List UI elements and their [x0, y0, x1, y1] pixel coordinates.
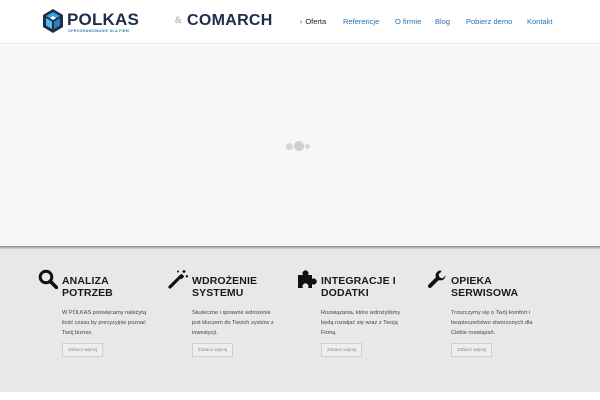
feature-more-button[interactable]: Zobacz więcej — [192, 343, 234, 357]
nav-item-oferta[interactable]: › Oferta — [300, 17, 326, 26]
site-header: POLKAS OPROGRAMOWANIE DLA FIRM & COMARCH… — [0, 0, 600, 44]
feature-description: W POLKAS poświęcamy należytą ilość czasu… — [62, 310, 146, 336]
feature-description: Rozwiązania, które wdrożyliśmy będą rozw… — [321, 310, 401, 336]
feature-description: Skuteczne i sprawne wdrożenie jest klucz… — [192, 310, 274, 336]
feature-description: Troszczymy się o Twój komfort i bezpiecz… — [451, 310, 533, 336]
puzzle-icon — [298, 270, 317, 288]
nav-item-label: Oferta — [305, 17, 327, 26]
feature-title: ANALIZA POTRZEB — [62, 275, 113, 299]
nav-item-referencje[interactable]: Referencje — [343, 17, 379, 26]
magic-wand-icon — [168, 270, 188, 289]
nav-item-blog[interactable]: Blog — [435, 17, 450, 26]
feature-title: OPIEKA SERWISOWA — [451, 275, 519, 299]
search-icon — [38, 269, 58, 289]
features-section: ANALIZA POTRZEB W POLKAS poświęcamy nale… — [0, 249, 600, 392]
nav-item-kontakt[interactable]: Kontakt — [527, 17, 552, 26]
nav-item-pobierz-demo[interactable]: Pobierz demo — [466, 17, 512, 26]
feature-more-button[interactable]: Zobacz więcej — [62, 343, 104, 357]
logo-tagline: OPROGRAMOWANIE DLA FIRM — [68, 29, 130, 33]
feature-more-button[interactable]: Zobacz więcej — [451, 343, 493, 357]
main-nav: › Oferta Referencje O firmie Blog Pobierz… — [0, 17, 600, 29]
loading-icon — [286, 141, 314, 151]
feature-title: WDROŻENIE SYSTEMU — [192, 275, 258, 299]
page-bottom — [0, 392, 600, 400]
feature-title: INTEGRACJE I DODATKI — [321, 275, 396, 299]
nav-item-o-firmie[interactable]: O firmie — [395, 17, 421, 26]
chevron-right-icon: › — [300, 19, 303, 26]
wrench-icon — [428, 270, 446, 288]
feature-more-button[interactable]: Zobacz więcej — [321, 343, 363, 357]
